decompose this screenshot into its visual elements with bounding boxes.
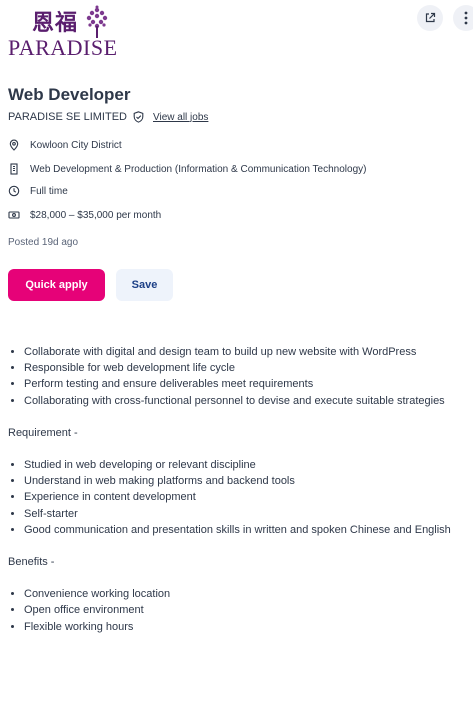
- list-item: Flexible working hours: [24, 619, 464, 635]
- classification-text: Web Development & Production (Informatio…: [30, 163, 367, 175]
- list-item: Responsible for web development life cyc…: [24, 360, 464, 376]
- list-item: Experience in content development: [24, 489, 464, 505]
- logo-wordmark: PARADISE: [8, 35, 118, 60]
- company-logo: 恩福 PARADISE: [8, 4, 130, 60]
- location-row: Kowloon City District: [8, 137, 122, 153]
- logo-chinese-text: 恩福: [32, 10, 79, 36]
- posted-date: Posted 19d ago: [8, 237, 79, 248]
- list-item: Collaborate with digital and design team…: [24, 344, 464, 360]
- building-icon: [8, 163, 20, 175]
- company-row: PARADISE SE LIMITED View all jobs: [8, 109, 208, 125]
- list-item: Understand in web making platforms and b…: [24, 473, 464, 489]
- benefits-heading: Benefits -: [8, 556, 55, 569]
- work-type-text: Full time: [30, 185, 68, 197]
- location-pin-icon: [8, 139, 20, 151]
- save-button[interactable]: Save: [116, 269, 173, 301]
- list-item: Good communication and presentation skil…: [24, 522, 464, 538]
- job-title: Web Developer: [8, 85, 131, 104]
- list-item: Convenience working location: [24, 586, 464, 602]
- benefits-list: Convenience working location Open office…: [8, 586, 464, 635]
- flower-icon: [86, 5, 108, 38]
- job-description: Collaborate with digital and design team…: [8, 344, 464, 635]
- duties-list: Collaborate with digital and design team…: [8, 344, 464, 409]
- salary-row: $28,000 – $35,000 per month: [8, 207, 161, 223]
- share-button[interactable]: [417, 5, 443, 31]
- classification-row: Web Development & Production (Informatio…: [8, 161, 366, 177]
- list-item: Perform testing and ensure deliverables …: [24, 376, 464, 392]
- salary-text: $28,000 – $35,000 per month: [30, 209, 162, 221]
- company-name: PARADISE SE LIMITED: [8, 111, 127, 123]
- list-item: Self-starter: [24, 506, 464, 522]
- list-item: Studied in web developing or relevant di…: [24, 457, 464, 473]
- more-options-button[interactable]: [453, 5, 473, 31]
- location-text: Kowloon City District: [30, 139, 122, 151]
- requirement-heading: Requirement -: [8, 426, 78, 439]
- clock-icon: [8, 185, 20, 197]
- list-item: Open office environment: [24, 602, 464, 618]
- requirements-list: Studied in web developing or relevant di…: [8, 457, 464, 538]
- list-item: Collaborating with cross-functional pers…: [24, 393, 464, 409]
- money-icon: [8, 209, 20, 221]
- verified-shield-icon: [133, 111, 144, 123]
- more-vertical-icon: [464, 11, 468, 25]
- work-type-row: Full time: [8, 183, 68, 199]
- view-all-jobs-link[interactable]: View all jobs: [153, 112, 208, 123]
- external-link-icon: [425, 12, 436, 23]
- quick-apply-button[interactable]: Quick apply: [8, 269, 105, 301]
